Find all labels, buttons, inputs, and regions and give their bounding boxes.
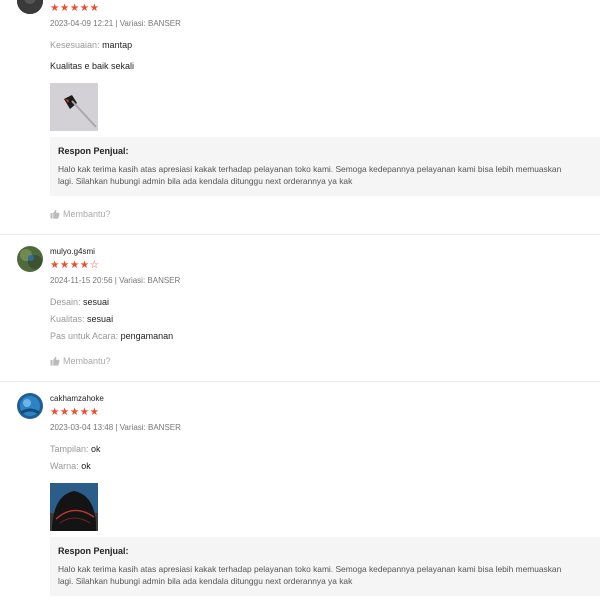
- attribute-label: Kualitas:: [50, 314, 85, 324]
- rating-stars: ★★★★★: [50, 2, 100, 14]
- seller-response: Respon Penjual: Halo kak terima kasih at…: [50, 537, 600, 596]
- attribute-value: ok: [91, 444, 101, 454]
- helpful-button[interactable]: Membantu?: [50, 356, 111, 366]
- seller-response-text: Halo kak terima kasih atas apresiasi kak…: [58, 164, 562, 186]
- review-divider: [0, 234, 600, 235]
- helpful-button[interactable]: Membantu?: [50, 209, 111, 219]
- attribute-label: Kesesuaian:: [50, 40, 100, 50]
- filled-stars: ★★★★: [50, 259, 90, 271]
- seller-response-title: Respon Penjual:: [58, 546, 129, 556]
- attribute-value: ok: [81, 461, 91, 471]
- review-attribute: Pas untuk Acara: pengamanan: [50, 331, 173, 341]
- review-photo[interactable]: [50, 83, 98, 131]
- review-meta: 2023-03-04 13:48 | Variasi: BANSER: [50, 423, 181, 432]
- reviewer-username[interactable]: mulyo.g4smi: [50, 247, 95, 256]
- reviewer-avatar[interactable]: [17, 246, 43, 272]
- review-attribute: Kesesuaian: mantap: [50, 40, 132, 50]
- reviewer-avatar[interactable]: [17, 0, 43, 14]
- thumbs-up-icon: [50, 356, 60, 366]
- review-attribute: Tampilan: ok: [50, 444, 101, 454]
- helpful-label: Membantu?: [63, 356, 111, 366]
- review-attribute: Kualitas: sesuai: [50, 314, 113, 324]
- rating-stars: ★★★★★: [50, 406, 100, 418]
- seller-response-title: Respon Penjual:: [58, 146, 129, 156]
- review-meta: 2023-04-09 12:21 | Variasi: BANSER: [50, 19, 181, 28]
- empty-star: ☆: [89, 259, 100, 271]
- attribute-label: Warna:: [50, 461, 79, 471]
- attribute-label: Desain:: [50, 297, 81, 307]
- review-divider: [0, 381, 600, 382]
- review-photo[interactable]: [50, 483, 98, 531]
- seller-response-text: Halo kak terima kasih atas apresiasi kak…: [58, 564, 562, 586]
- review-attribute: Warna: ok: [50, 461, 91, 471]
- review-attribute: Desain: sesuai: [50, 297, 109, 307]
- attribute-value: pengamanan: [120, 331, 174, 341]
- attribute-label: Pas untuk Acara:: [50, 331, 119, 341]
- rating-stars: ★★★★☆: [50, 260, 100, 271]
- reviewer-avatar[interactable]: [17, 393, 43, 419]
- thumbs-up-icon: [50, 209, 60, 219]
- review-meta: 2024-11-15 20:56 | Variasi: BANSER: [50, 276, 181, 285]
- attribute-value: mantap: [102, 40, 133, 50]
- review-comment: Kualitas e baik sekali: [50, 61, 135, 71]
- attribute-label: Tampilan:: [50, 444, 89, 454]
- reviewer-username[interactable]: cakhamzahoke: [50, 394, 104, 403]
- seller-response: Respon Penjual: Halo kak terima kasih at…: [50, 137, 600, 196]
- attribute-value: sesuai: [87, 314, 114, 324]
- helpful-label: Membantu?: [63, 209, 111, 219]
- attribute-value: sesuai: [83, 297, 110, 307]
